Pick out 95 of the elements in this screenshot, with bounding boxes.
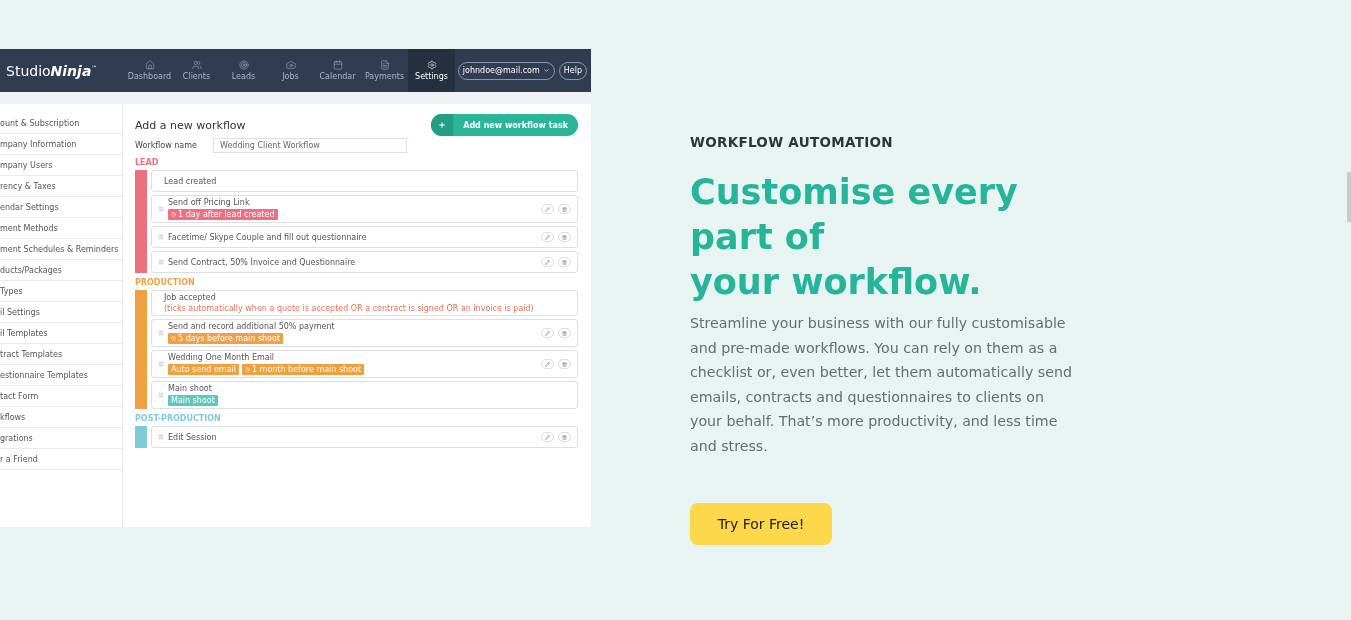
sidebar-item[interactable]: estionnaire Templates: [0, 365, 122, 386]
nav-item[interactable]: Leads: [220, 49, 267, 92]
chevron-down-icon: [542, 67, 550, 74]
task-title: Send and record additional 50% payment: [168, 322, 336, 331]
sidebar-item[interactable]: ount & Subscription: [0, 113, 122, 134]
page-title: Add a new workflow: [135, 118, 246, 132]
pencil-icon: [545, 234, 550, 240]
nav-item[interactable]: Payments: [361, 49, 408, 92]
stage-bar: [135, 426, 147, 448]
trash-icon: [562, 330, 567, 336]
field-label: Workflow name: [135, 141, 197, 150]
pencil-icon: [545, 434, 550, 440]
scrollbar-thumb: [1347, 172, 1351, 222]
section-eyebrow: WORKFLOW AUTOMATION: [690, 134, 894, 150]
sidebar-item[interactable]: ment Methods: [0, 218, 122, 239]
trash-icon: [562, 259, 567, 265]
stage-label: POST-PRODUCTION: [135, 414, 222, 423]
camera-icon: [285, 60, 296, 70]
sidebar-item[interactable]: r a Friend: [0, 449, 122, 470]
edit-button[interactable]: [541, 204, 554, 214]
logo: StudioNinja$^{™}$: [5, 61, 99, 81]
sidebar-item[interactable]: il Settings: [0, 302, 122, 323]
sidebar-item[interactable]: Types: [0, 281, 122, 302]
pencil-icon: [545, 259, 550, 265]
plus-icon: [438, 121, 447, 129]
task-title: Send Contract, 50% Invoice and Questionnaire: [168, 257, 357, 267]
settings-icon: [426, 60, 437, 70]
delete-button[interactable]: [558, 232, 571, 242]
sidebar-item[interactable]: ment Schedules & Reminders: [0, 239, 122, 260]
sidebar-item[interactable]: il Templates: [0, 323, 122, 344]
nav-item[interactable]: Clients: [173, 49, 220, 92]
pencil-icon: [545, 330, 550, 336]
delete-button[interactable]: [558, 359, 571, 369]
edit-button[interactable]: [541, 257, 554, 267]
delete-button[interactable]: [558, 257, 571, 267]
stage-label: PRODUCTION: [135, 278, 196, 287]
task-title: Send off Pricing Link: [168, 198, 251, 207]
drag-handle-icon[interactable]: [158, 392, 164, 398]
clock-icon: [244, 367, 250, 372]
sidebar-item[interactable]: ducts/Packages: [0, 260, 122, 281]
task-title: Main shoot: [168, 384, 213, 393]
sidebar-item[interactable]: mpany Users: [0, 155, 122, 176]
description: Streamline your business with our fully customisable and pre-made workflows. You can rely on them as a checklist or, even better, let them automatically send emails, contracts and questionnaires to clients on your behalf. That’s more productivity, and less time and stress.: [690, 314, 1073, 456]
edit-button[interactable]: [541, 359, 554, 369]
headline: Customise every part of your workflow.: [690, 171, 1019, 304]
drag-handle-icon[interactable]: [158, 234, 164, 240]
sidebar-item[interactable]: grations: [0, 428, 122, 449]
drag-handle-icon[interactable]: [158, 330, 164, 336]
sidebar-item[interactable]: rency & Taxes: [0, 176, 122, 197]
pencil-icon: [545, 206, 550, 212]
task-title: Wedding One Month Email: [168, 353, 276, 362]
nav-item[interactable]: Dashboard: [126, 49, 173, 92]
document-icon: [379, 60, 390, 70]
pencil-icon: [545, 361, 550, 367]
sidebar-item[interactable]: endar Settings: [0, 197, 122, 218]
trash-icon: [562, 361, 567, 367]
task-badge: 5 days before main shoot: [168, 333, 284, 344]
stage-label: LEAD: [135, 158, 160, 167]
task-title: Job accepted: [164, 293, 217, 302]
nav-item[interactable]: Calendar: [314, 49, 361, 92]
edit-button[interactable]: [541, 328, 554, 338]
calendar-icon: [332, 60, 343, 70]
drag-handle-icon[interactable]: [158, 206, 164, 212]
house-icon: [144, 60, 155, 70]
task-badge: 1 month before main shoot: [241, 364, 365, 375]
trash-icon: [562, 434, 567, 440]
clock-icon: [171, 212, 176, 217]
sidebar-item[interactable]: tract Templates: [0, 344, 122, 365]
drag-handle-icon[interactable]: [158, 361, 164, 367]
sidebar-item[interactable]: mpany Information: [0, 134, 122, 155]
task-title: Edit Session: [168, 432, 218, 442]
sidebar-item[interactable]: tact Form: [0, 386, 122, 407]
drag-handle-icon[interactable]: [158, 434, 164, 440]
clock-icon: [171, 336, 176, 341]
task-badge: Main shoot: [168, 395, 218, 406]
try-free-button[interactable]: Try For Free!: [690, 502, 832, 545]
delete-button[interactable]: [558, 204, 571, 214]
trash-icon: [562, 206, 567, 212]
delete-button[interactable]: [558, 328, 571, 338]
task-title: Lead created: [164, 176, 218, 186]
edit-button[interactable]: [541, 432, 554, 442]
target-icon: [238, 60, 249, 70]
task-badge: 1 day after lead created: [168, 209, 278, 220]
sidebar-item[interactable]: kflows: [0, 407, 122, 428]
task-badge: Auto send email: [168, 364, 239, 375]
edit-button[interactable]: [541, 232, 554, 242]
trash-icon: [562, 234, 567, 240]
task-title: Facetime/ Skype Couple and fill out questionnaire: [168, 232, 368, 242]
nav-item[interactable]: Settings: [408, 49, 455, 92]
workflow-name-field[interactable]: Wedding Client Workflow: [212, 138, 407, 153]
drag-handle-icon[interactable]: [158, 259, 164, 265]
people-icon: [191, 60, 202, 70]
delete-button[interactable]: [558, 432, 571, 442]
nav-item[interactable]: Jobs: [267, 49, 314, 92]
task-note: (ticks automatically when a quote is accepted OR a contract is signed OR an invoice is paid): [164, 304, 535, 313]
